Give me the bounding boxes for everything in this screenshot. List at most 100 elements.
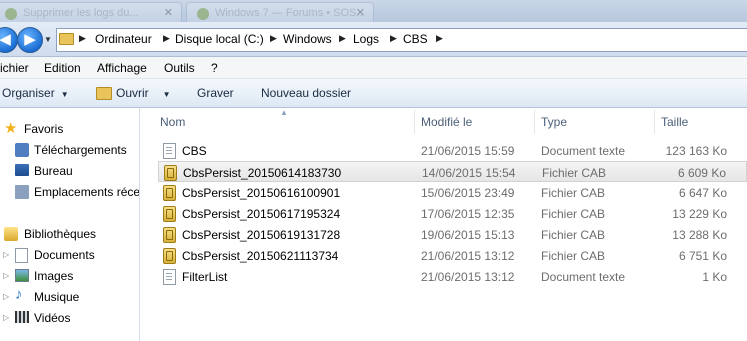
file-type: Fichier CAB xyxy=(541,228,606,242)
nav-images[interactable]: Images xyxy=(34,269,73,283)
back-button[interactable]: ◀ xyxy=(0,27,18,53)
file-row[interactable]: CbsPersist_20150617195324 17/06/2015 12:… xyxy=(158,203,747,224)
nav-bibliotheques[interactable]: Bibliothèques xyxy=(24,227,96,241)
chevron-right-icon[interactable]: ▶ xyxy=(79,33,86,44)
file-name: CbsPersist_20150617195324 xyxy=(182,207,341,221)
nav-videos[interactable]: Vidéos xyxy=(34,311,70,325)
music-icon: ♪ xyxy=(15,286,23,303)
expand-arrow-icon[interactable]: ▷ xyxy=(3,250,9,259)
column-header-modifie[interactable]: Modifié le xyxy=(421,115,472,141)
close-tab-icon[interactable]: ✕ xyxy=(164,6,173,19)
file-date: 19/06/2015 15:13 xyxy=(421,228,515,242)
file-size: 6 751 Ko xyxy=(678,249,727,263)
file-type: Fichier CAB xyxy=(541,249,606,263)
nav-emplacements-recents[interactable]: Emplacements récen xyxy=(34,185,139,199)
file-size: 6 609 Ko xyxy=(677,166,726,180)
tab-2[interactable]: Windows 7 — Forums • SOS... ✕ xyxy=(186,2,374,22)
menu-fichier[interactable]: ichier xyxy=(0,61,29,75)
file-date: 17/06/2015 12:35 xyxy=(421,207,515,221)
file-name: FilterList xyxy=(182,270,228,284)
nav-documents[interactable]: Documents xyxy=(34,248,95,262)
expand-arrow-icon[interactable]: ▷ xyxy=(3,271,9,280)
nav-telechargements[interactable]: Téléchargements xyxy=(34,143,127,157)
chevron-right-icon[interactable]: ▶ xyxy=(436,33,443,44)
chevron-down-icon: ▼ xyxy=(162,90,171,99)
expand-arrow-icon[interactable]: ▷ xyxy=(3,292,9,301)
browser-tab-strip: Supprimer les logs du... ✕ Windows 7 — F… xyxy=(0,0,747,22)
file-name: CbsPersist_20150616100901 xyxy=(182,186,341,200)
forward-button[interactable]: ▶ xyxy=(17,27,43,53)
file-row-selected[interactable]: CbsPersist_20150614183730 14/06/2015 15:… xyxy=(158,161,747,182)
cab-file-icon xyxy=(163,185,176,201)
nav-favoris[interactable]: Favoris xyxy=(24,122,63,136)
graver-button[interactable]: Graver xyxy=(197,86,234,100)
file-type: Document texte xyxy=(541,144,626,158)
file-size: 13 229 Ko xyxy=(672,207,727,221)
breadcrumb[interactable]: ▶ Ordinateur ▶ Disque local (C:) ▶ Windo… xyxy=(56,28,747,52)
file-name: CbsPersist_20150621113734 xyxy=(182,249,339,263)
crumb-ordinateur[interactable]: Ordinateur xyxy=(95,32,152,46)
nav-bureau[interactable]: Bureau xyxy=(34,164,73,178)
folder-icon xyxy=(59,33,74,45)
file-date: 21/06/2015 15:59 xyxy=(421,144,515,158)
text-file-icon xyxy=(163,143,176,159)
nouveau-dossier-button[interactable]: Nouveau dossier xyxy=(261,86,351,100)
chevron-right-icon[interactable]: ▶ xyxy=(390,33,397,44)
ouvrir-label: Ouvrir xyxy=(116,86,149,100)
recent-pages-dropdown-icon[interactable]: ▼ xyxy=(44,35,52,44)
file-date: 15/06/2015 23:49 xyxy=(421,186,515,200)
organiser-label: Organiser xyxy=(2,86,55,100)
nav-musique[interactable]: Musique xyxy=(34,290,79,304)
file-size: 6 647 Ko xyxy=(678,186,727,200)
crumb-cbs[interactable]: CBS xyxy=(403,32,428,46)
tab-1[interactable]: Supprimer les logs du... ✕ xyxy=(0,2,182,22)
command-bar: Organiser ▼ Ouvrir ▼ Graver Nouveau dossie… xyxy=(0,79,747,108)
column-divider[interactable] xyxy=(414,110,415,134)
download-folder-icon xyxy=(15,143,29,157)
site-favicon-icon xyxy=(197,8,209,20)
file-size: 13 288 Ko xyxy=(672,228,727,242)
tab-title: Windows 7 — Forums • SOS... xyxy=(215,7,366,19)
file-type: Fichier CAB xyxy=(541,186,606,200)
chevron-right-icon[interactable]: ▶ xyxy=(339,33,346,44)
file-row[interactable]: CbsPersist_20150619131728 19/06/2015 15:… xyxy=(158,224,747,245)
address-bar: ◀ ▶ ▼ ▶ Ordinateur ▶ Disque local (C:) ▶… xyxy=(0,22,747,57)
cab-file-icon xyxy=(163,206,176,222)
chevron-right-icon[interactable]: ▶ xyxy=(270,33,277,44)
documents-icon xyxy=(15,248,28,263)
menu-outils[interactable]: Outils xyxy=(164,61,195,75)
file-row[interactable]: CbsPersist_20150616100901 15/06/2015 23:… xyxy=(158,182,747,203)
column-divider[interactable] xyxy=(654,110,655,134)
file-row[interactable]: FilterList 21/06/2015 13:12 Document tex… xyxy=(158,266,747,287)
ouvrir-button[interactable]: Ouvrir ▼ xyxy=(116,86,171,100)
column-divider[interactable] xyxy=(534,110,535,134)
column-header-taille[interactable]: Taille xyxy=(661,115,688,141)
file-size: 123 163 Ko xyxy=(665,144,727,158)
column-header-nom[interactable]: Nom xyxy=(160,115,185,141)
crumb-windows[interactable]: Windows xyxy=(283,32,332,46)
crumb-disque-local[interactable]: Disque local (C:) xyxy=(175,32,264,46)
menu-aide[interactable]: ? xyxy=(211,61,218,75)
menu-edition[interactable]: Edition xyxy=(44,61,81,75)
expand-arrow-icon[interactable]: ▷ xyxy=(3,313,9,322)
crumb-logs[interactable]: Logs xyxy=(353,32,379,46)
column-header-type[interactable]: Type xyxy=(541,115,567,141)
text-file-icon xyxy=(163,269,176,285)
file-type: Fichier CAB xyxy=(541,207,606,221)
close-tab-icon[interactable]: ✕ xyxy=(356,6,365,19)
file-type: Fichier CAB xyxy=(542,166,607,180)
file-name: CBS xyxy=(182,144,207,158)
file-name: CbsPersist_20150619131728 xyxy=(182,228,341,242)
menu-affichage[interactable]: Affichage xyxy=(97,61,147,75)
file-row[interactable]: CbsPersist_20150621113734 21/06/2015 13:… xyxy=(158,245,747,266)
file-name: CbsPersist_20150614183730 xyxy=(183,166,342,180)
file-size: 1 Ko xyxy=(702,270,727,284)
chevron-right-icon[interactable]: ▶ xyxy=(163,33,170,44)
cab-file-icon xyxy=(164,165,177,181)
star-icon: ★ xyxy=(4,120,18,137)
organiser-button[interactable]: Organiser ▼ xyxy=(2,86,69,100)
desktop-icon xyxy=(15,164,29,176)
file-row[interactable]: CBS 21/06/2015 15:59 Document texte 123 … xyxy=(158,140,747,161)
file-date: 14/06/2015 15:54 xyxy=(422,166,516,180)
images-icon xyxy=(15,269,29,282)
